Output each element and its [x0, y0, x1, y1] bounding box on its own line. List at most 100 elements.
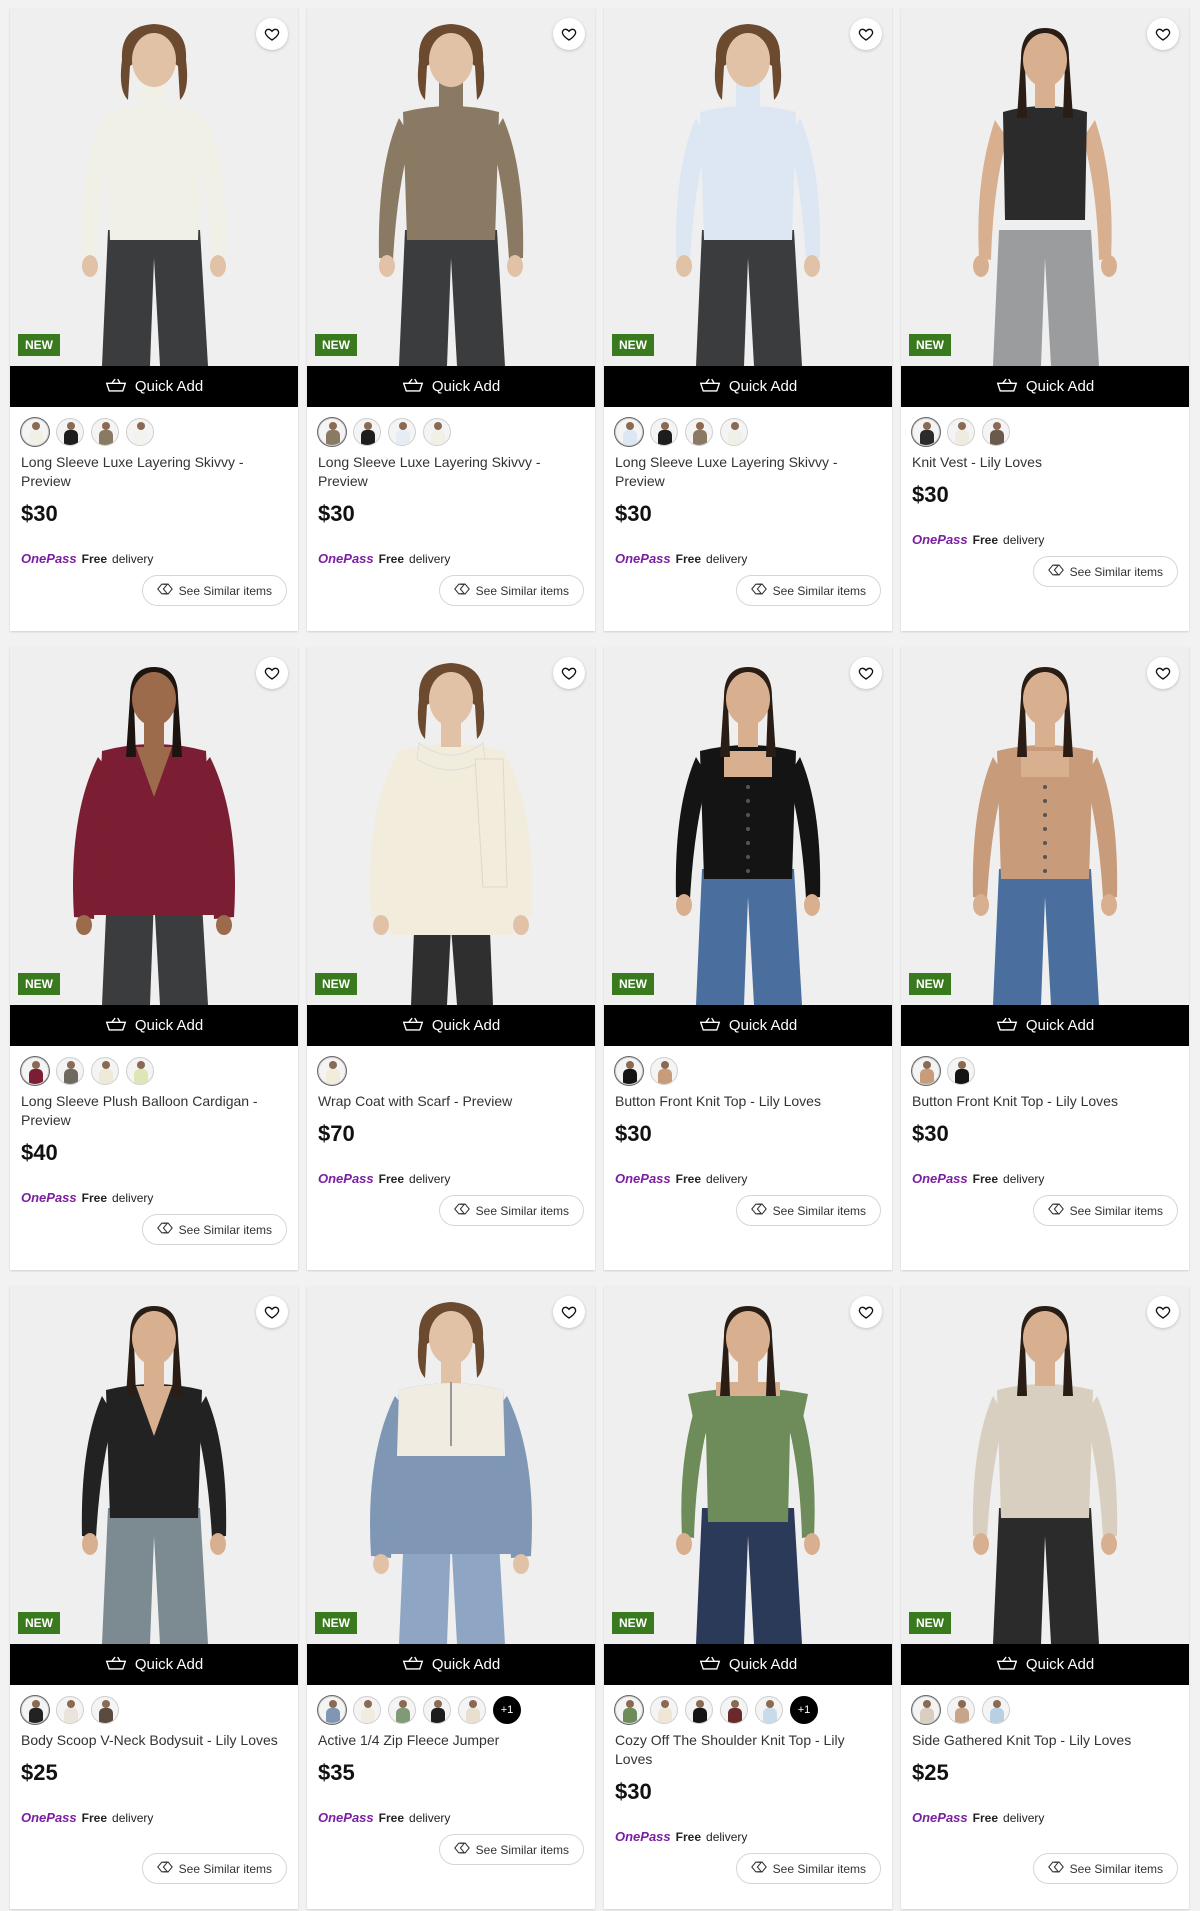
- color-swatch[interactable]: [755, 1696, 783, 1724]
- color-swatch[interactable]: [91, 1057, 119, 1085]
- favourite-heart-icon[interactable]: [1147, 657, 1179, 689]
- color-swatch[interactable]: [947, 1696, 975, 1724]
- product-card[interactable]: NEW Quick Add Wrap Coat with Scarf - Pre…: [307, 647, 595, 1270]
- product-image[interactable]: NEW: [307, 1286, 595, 1644]
- quick-add-button[interactable]: Quick Add: [604, 1005, 892, 1046]
- color-swatch[interactable]: [318, 1696, 346, 1724]
- color-swatch[interactable]: [91, 418, 119, 446]
- color-swatch[interactable]: [982, 1696, 1010, 1724]
- favourite-heart-icon[interactable]: [1147, 18, 1179, 50]
- color-swatch[interactable]: [615, 1057, 643, 1085]
- color-swatch[interactable]: [650, 1696, 678, 1724]
- favourite-heart-icon[interactable]: [256, 657, 288, 689]
- product-name[interactable]: Active 1/4 Zip Fleece Jumper: [318, 1731, 584, 1750]
- see-similar-button[interactable]: See Similar items: [1032, 1853, 1178, 1884]
- product-name[interactable]: Long Sleeve Plush Balloon Cardigan - Pre…: [21, 1092, 287, 1130]
- see-similar-button[interactable]: See Similar items: [735, 1853, 881, 1884]
- more-colors-badge[interactable]: +1: [493, 1696, 521, 1724]
- color-swatch[interactable]: [388, 418, 416, 446]
- see-similar-button[interactable]: See Similar items: [735, 575, 881, 606]
- product-image[interactable]: NEW: [307, 8, 595, 366]
- quick-add-button[interactable]: Quick Add: [604, 1644, 892, 1685]
- color-swatch[interactable]: [21, 418, 49, 446]
- color-swatch[interactable]: [388, 1696, 416, 1724]
- product-card[interactable]: NEW Quick Add Body Scoop V-Neck Bodysuit…: [10, 1286, 298, 1909]
- see-similar-button[interactable]: See Similar items: [141, 1214, 287, 1245]
- color-swatch[interactable]: [56, 418, 84, 446]
- color-swatch[interactable]: [650, 1057, 678, 1085]
- color-swatch[interactable]: [947, 1057, 975, 1085]
- favourite-heart-icon[interactable]: [256, 1296, 288, 1328]
- product-image[interactable]: NEW: [307, 647, 595, 1005]
- color-swatch[interactable]: [423, 418, 451, 446]
- product-card[interactable]: NEW Quick Add Knit Vest - Lily Loves $30…: [901, 8, 1189, 631]
- color-swatch[interactable]: [982, 418, 1010, 446]
- product-card[interactable]: NEW Quick Add Button Front Knit Top - Li…: [604, 647, 892, 1270]
- see-similar-button[interactable]: See Similar items: [735, 1195, 881, 1226]
- quick-add-button[interactable]: Quick Add: [307, 366, 595, 407]
- product-name[interactable]: Knit Vest - Lily Loves: [912, 453, 1178, 472]
- color-swatch[interactable]: [615, 418, 643, 446]
- more-colors-badge[interactable]: +1: [790, 1696, 818, 1724]
- color-swatch[interactable]: [685, 418, 713, 446]
- product-name[interactable]: Long Sleeve Luxe Layering Skivvy - Previ…: [615, 453, 881, 491]
- color-swatch[interactable]: [720, 418, 748, 446]
- quick-add-button[interactable]: Quick Add: [307, 1005, 595, 1046]
- product-name[interactable]: Button Front Knit Top - Lily Loves: [615, 1092, 881, 1111]
- product-name[interactable]: Wrap Coat with Scarf - Preview: [318, 1092, 584, 1111]
- see-similar-button[interactable]: See Similar items: [438, 575, 584, 606]
- color-swatch[interactable]: [91, 1696, 119, 1724]
- product-image[interactable]: NEW: [10, 1286, 298, 1644]
- color-swatch[interactable]: [21, 1057, 49, 1085]
- favourite-heart-icon[interactable]: [1147, 1296, 1179, 1328]
- favourite-heart-icon[interactable]: [850, 1296, 882, 1328]
- favourite-heart-icon[interactable]: [553, 657, 585, 689]
- quick-add-button[interactable]: Quick Add: [10, 1005, 298, 1046]
- product-image[interactable]: NEW: [10, 8, 298, 366]
- product-card[interactable]: NEW Quick Add Side Gathered Knit Top - L…: [901, 1286, 1189, 1909]
- quick-add-button[interactable]: Quick Add: [901, 366, 1189, 407]
- quick-add-button[interactable]: Quick Add: [10, 1644, 298, 1685]
- favourite-heart-icon[interactable]: [553, 1296, 585, 1328]
- product-card[interactable]: NEW Quick Add +1 Active 1/4 Zip Fleece J…: [307, 1286, 595, 1909]
- favourite-heart-icon[interactable]: [256, 18, 288, 50]
- see-similar-button[interactable]: See Similar items: [438, 1834, 584, 1865]
- color-swatch[interactable]: [947, 418, 975, 446]
- color-swatch[interactable]: [56, 1057, 84, 1085]
- product-name[interactable]: Button Front Knit Top - Lily Loves: [912, 1092, 1178, 1111]
- color-swatch[interactable]: [423, 1696, 451, 1724]
- see-similar-button[interactable]: See Similar items: [141, 575, 287, 606]
- product-card[interactable]: NEW Quick Add Long Sleeve Luxe Layering …: [307, 8, 595, 631]
- color-swatch[interactable]: [318, 418, 346, 446]
- color-swatch[interactable]: [353, 418, 381, 446]
- quick-add-button[interactable]: Quick Add: [901, 1644, 1189, 1685]
- color-swatch[interactable]: [353, 1696, 381, 1724]
- product-card[interactable]: NEW Quick Add +1 Cozy Off The Shoulder K…: [604, 1286, 892, 1909]
- quick-add-button[interactable]: Quick Add: [10, 366, 298, 407]
- see-similar-button[interactable]: See Similar items: [438, 1195, 584, 1226]
- color-swatch[interactable]: [615, 1696, 643, 1724]
- see-similar-button[interactable]: See Similar items: [141, 1853, 287, 1884]
- color-swatch[interactable]: [21, 1696, 49, 1724]
- color-swatch[interactable]: [56, 1696, 84, 1724]
- product-image[interactable]: NEW: [901, 8, 1189, 366]
- product-image[interactable]: NEW: [604, 8, 892, 366]
- color-swatch[interactable]: [318, 1057, 346, 1085]
- product-name[interactable]: Long Sleeve Luxe Layering Skivvy - Previ…: [21, 453, 287, 491]
- color-swatch[interactable]: [685, 1696, 713, 1724]
- product-card[interactable]: NEW Quick Add Long Sleeve Plush Balloon …: [10, 647, 298, 1270]
- color-swatch[interactable]: [126, 418, 154, 446]
- see-similar-button[interactable]: See Similar items: [1032, 1195, 1178, 1226]
- quick-add-button[interactable]: Quick Add: [604, 366, 892, 407]
- product-card[interactable]: NEW Quick Add Long Sleeve Luxe Layering …: [10, 8, 298, 631]
- color-swatch[interactable]: [912, 1057, 940, 1085]
- product-card[interactable]: NEW Quick Add Long Sleeve Luxe Layering …: [604, 8, 892, 631]
- color-swatch[interactable]: [126, 1057, 154, 1085]
- product-name[interactable]: Body Scoop V-Neck Bodysuit - Lily Loves: [21, 1731, 287, 1750]
- favourite-heart-icon[interactable]: [850, 657, 882, 689]
- favourite-heart-icon[interactable]: [553, 18, 585, 50]
- color-swatch[interactable]: [458, 1696, 486, 1724]
- product-name[interactable]: Side Gathered Knit Top - Lily Loves: [912, 1731, 1178, 1750]
- product-card[interactable]: NEW Quick Add Button Front Knit Top - Li…: [901, 647, 1189, 1270]
- quick-add-button[interactable]: Quick Add: [901, 1005, 1189, 1046]
